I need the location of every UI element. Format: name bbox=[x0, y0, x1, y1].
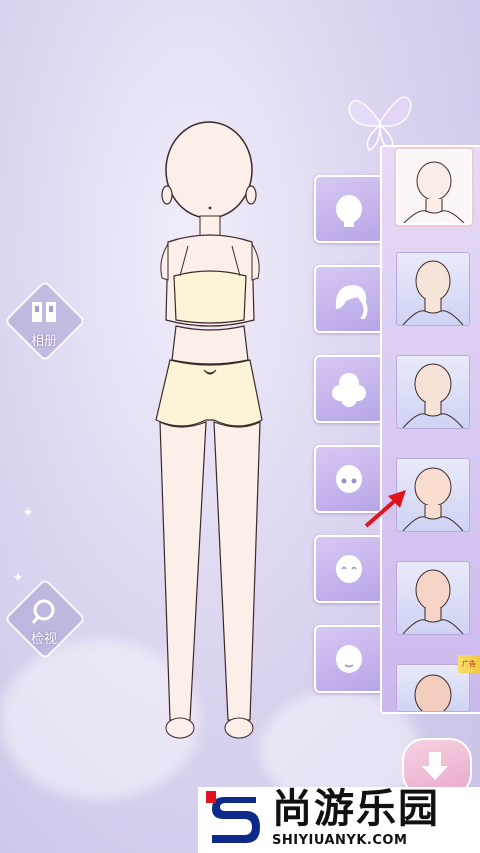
face-smile-icon bbox=[336, 555, 362, 583]
sparkle-icon: ✦ bbox=[22, 505, 34, 521]
character-model bbox=[155, 121, 263, 739]
site-watermark: 尚游乐园 SHIYIUANYK.COM bbox=[198, 787, 480, 853]
tab-hair-back[interactable] bbox=[314, 355, 384, 423]
option-face-1[interactable] bbox=[396, 149, 472, 225]
album-icon bbox=[32, 302, 56, 322]
tab-mouth[interactable] bbox=[314, 625, 384, 693]
options-panel[interactable] bbox=[380, 145, 480, 714]
curly-hair-icon bbox=[332, 373, 366, 407]
ad-badge[interactable]: 广告 bbox=[458, 655, 480, 673]
download-arrow-icon bbox=[422, 752, 448, 780]
inspect-label: 检视 bbox=[30, 632, 57, 647]
face-preview-icon bbox=[402, 569, 464, 634]
hair-icon bbox=[335, 285, 368, 319]
album-label: 相册 bbox=[30, 334, 57, 349]
tab-expression[interactable] bbox=[314, 535, 384, 603]
inspect-button[interactable]: 检视 bbox=[3, 577, 87, 661]
option-face-2[interactable] bbox=[396, 252, 470, 326]
magnifier-icon bbox=[31, 599, 55, 624]
brand-s-logo-icon bbox=[206, 789, 264, 847]
face-mouth-icon bbox=[336, 645, 362, 673]
album-button[interactable]: 相册 bbox=[3, 279, 87, 363]
face-preview-icon bbox=[402, 260, 464, 325]
option-face-3[interactable] bbox=[396, 355, 470, 429]
option-face-5[interactable] bbox=[396, 561, 470, 635]
tab-face-shape[interactable] bbox=[314, 175, 384, 243]
face-preview-icon bbox=[403, 161, 465, 223]
tab-hair[interactable] bbox=[314, 265, 384, 333]
face-preview-icon bbox=[402, 363, 464, 428]
butterfly-icon bbox=[348, 96, 412, 151]
annotation-arrow-icon bbox=[364, 490, 406, 528]
watermark-title: 尚游乐园 bbox=[272, 786, 440, 832]
watermark-url: SHIYIUANYK.COM bbox=[272, 833, 408, 848]
face-outline-icon bbox=[336, 195, 362, 227]
